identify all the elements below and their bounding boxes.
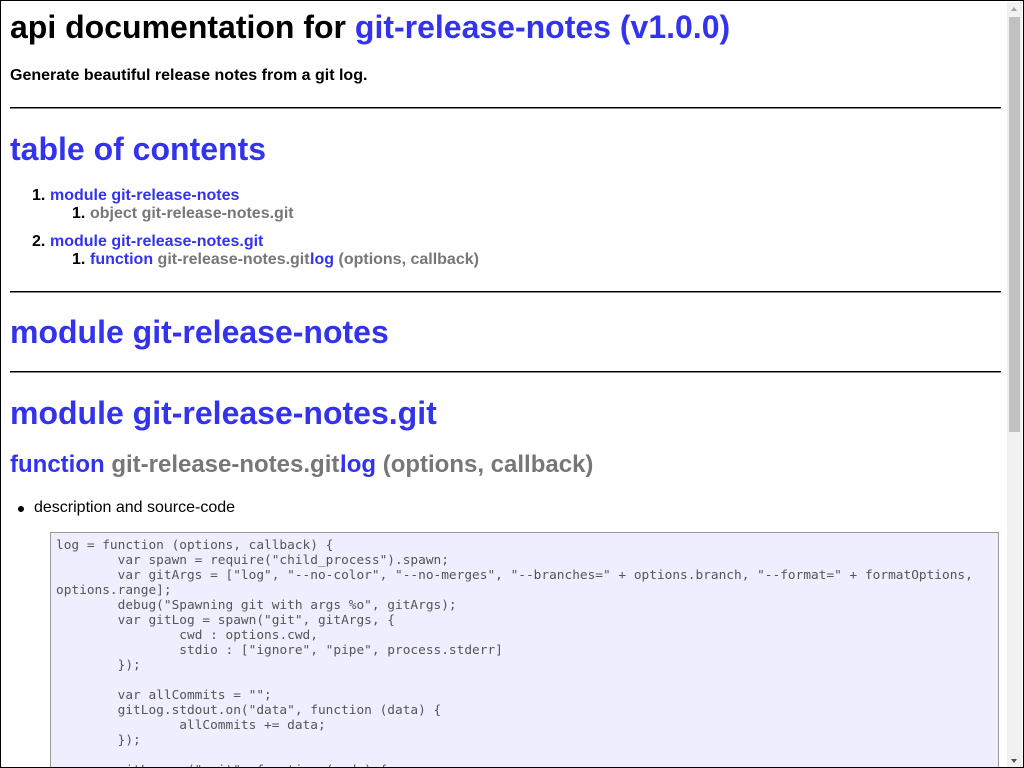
document-frame: api documentation for git-release-notes … — [0, 0, 1024, 768]
toc-subitem-object: object git-release-notes.git — [90, 205, 294, 222]
divider-1 — [10, 107, 1001, 109]
fn-params: (options, callback) — [382, 451, 594, 478]
fn-type: function — [10, 451, 105, 478]
vertical-scrollbar[interactable] — [1007, 2, 1022, 767]
fn-path: git-release-notes.git. — [111, 451, 347, 478]
scroll-down-arrow-icon[interactable] — [1007, 754, 1022, 767]
scroll-up-arrow-icon[interactable] — [1007, 2, 1022, 16]
package-description: Generate beautiful release notes from a … — [10, 67, 368, 84]
divider-2 — [10, 291, 1001, 293]
toc-fn-path: git-release-notes.git. — [157, 251, 315, 268]
toc-heading: table of contents — [10, 131, 267, 167]
title-prefix: api documentation for — [10, 9, 346, 45]
toc-subitem-1-number: 1. — [72, 205, 86, 222]
divider-3 — [10, 371, 1001, 373]
toc-fn-params: (options, callback) — [338, 251, 479, 268]
toc-item-module-git-release-notes-git[interactable]: module git-release-notes.git — [50, 233, 263, 251]
module-heading-git-release-notes: module git-release-notes — [10, 314, 389, 350]
toc-subitem-2-number: 1. — [72, 251, 86, 268]
toc-item-module-git-release-notes[interactable]: module git-release-notes — [50, 187, 239, 205]
scrollbar-thumb[interactable] — [1009, 17, 1020, 432]
page-title: api documentation for git-release-notes … — [10, 9, 730, 46]
module-heading-git-release-notes-git: module git-release-notes.git — [10, 395, 437, 431]
fn-name: log — [340, 451, 377, 478]
source-code-block: log = function (options, callback) { var… — [50, 532, 999, 767]
toc-item-2-number: 2. — [32, 233, 46, 250]
description-bullet: description and source-code — [17, 499, 236, 516]
package-link[interactable]: git-release-notes (v1.0.0) — [355, 9, 730, 45]
toc-item-1-number: 1. — [32, 187, 46, 204]
toc-subitem-function-log[interactable]: function git-release-notes.git.log (opti… — [90, 251, 479, 269]
toc-fn-name[interactable]: log — [310, 251, 334, 268]
toc-fn-type: function — [90, 251, 154, 268]
function-heading-log: function git-release-notes.git.log (opti… — [10, 451, 593, 479]
